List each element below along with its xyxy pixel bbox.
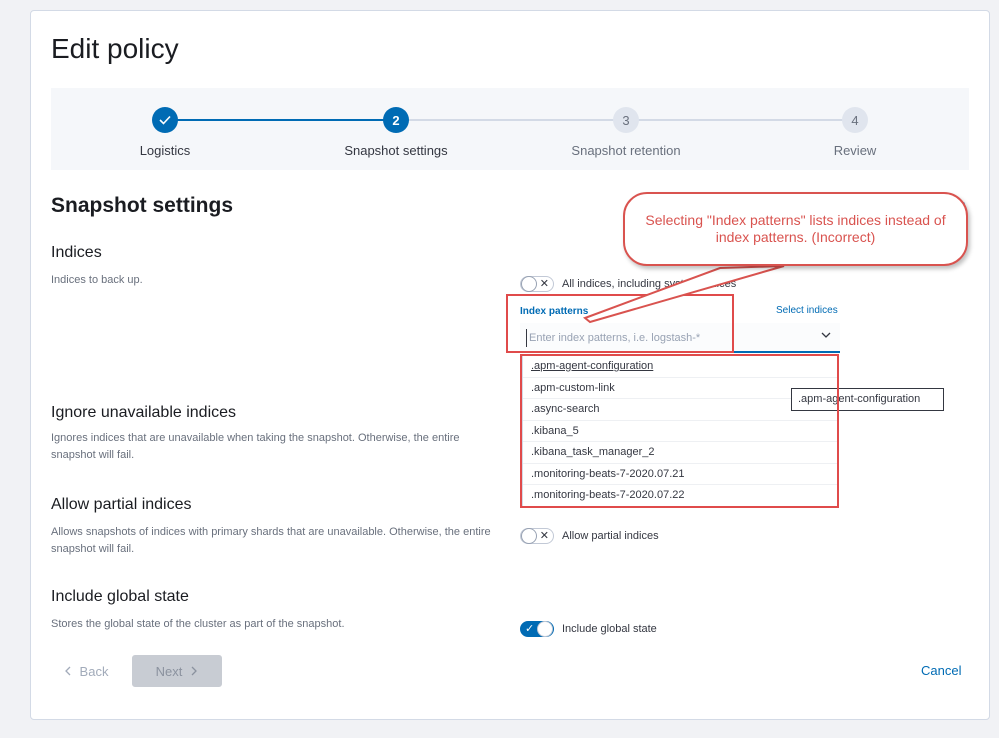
cross-icon: ✕ xyxy=(539,278,549,290)
check-icon: ✓ xyxy=(525,623,535,635)
partial-toggle-row: ✕ Allow partial indices xyxy=(520,528,659,544)
switch-knob xyxy=(537,621,553,637)
all-indices-toggle-row: ✕ All indices, including system indices xyxy=(520,276,736,292)
all-indices-switch[interactable]: ✕ xyxy=(520,276,554,292)
chevron-left-icon xyxy=(64,664,72,679)
next-button[interactable]: Next xyxy=(132,655,222,687)
step-number: 4 xyxy=(842,107,868,133)
page-title: Edit policy xyxy=(51,33,179,64)
partial-indices-switch[interactable]: ✕ xyxy=(520,528,554,544)
cancel-link[interactable]: Cancel xyxy=(921,663,961,678)
step-label: Review xyxy=(833,143,877,158)
indices-title: Indices xyxy=(51,244,102,261)
global-state-title: Include global state xyxy=(51,588,189,605)
section-title: Snapshot settings xyxy=(51,194,234,217)
chevron-down-icon[interactable] xyxy=(820,329,832,344)
global-state-label: Include global state xyxy=(562,623,657,635)
indices-description: Indices to back up. xyxy=(51,274,143,286)
step-number: 2 xyxy=(383,107,409,133)
partial-indices-label: Allow partial indices xyxy=(562,530,659,542)
select-indices-link[interactable]: Select indices xyxy=(776,305,838,316)
chevron-right-icon xyxy=(190,664,198,679)
global-state-toggle-row: ✓ Include global state xyxy=(520,621,657,637)
step-number: 3 xyxy=(613,107,639,133)
annotation-highlight-box xyxy=(506,294,734,353)
back-button[interactable]: Back xyxy=(53,655,119,687)
step-logistics[interactable]: Logistics xyxy=(65,107,265,158)
global-state-description: Stores the global state of the cluster a… xyxy=(51,618,345,630)
step-snapshot-settings[interactable]: 2 Snapshot settings xyxy=(296,107,496,158)
step-review[interactable]: 4 Review xyxy=(755,107,955,158)
edit-policy-panel: Edit policy Logistics 2 Snapshot setting… xyxy=(30,10,990,720)
step-label: Snapshot retention xyxy=(571,143,681,158)
next-label: Next xyxy=(155,663,183,679)
all-indices-label: All indices, including system indices xyxy=(562,278,737,290)
cross-icon: ✕ xyxy=(539,530,549,542)
annotation-highlight-box xyxy=(520,354,839,508)
back-label: Back xyxy=(79,663,109,679)
step-snapshot-retention[interactable]: 3 Snapshot retention xyxy=(526,107,726,158)
partial-indices-description: Allows snapshots of indices with primary… xyxy=(51,526,491,555)
switch-knob xyxy=(521,276,537,292)
partial-indices-title: Allow partial indices xyxy=(51,496,192,513)
ignore-unavailable-description: Ignores indices that are unavailable whe… xyxy=(51,432,460,461)
global-state-switch[interactable]: ✓ xyxy=(520,621,554,637)
annotation-callout: Selecting "Index patterns" lists indices… xyxy=(623,192,968,266)
check-icon xyxy=(152,107,178,133)
switch-knob xyxy=(521,528,537,544)
ignore-unavailable-title: Ignore unavailable indices xyxy=(51,404,237,421)
step-label: Logistics xyxy=(139,143,191,158)
steps-bar: Logistics 2 Snapshot settings 3 Snapshot… xyxy=(51,88,969,170)
step-label: Snapshot settings xyxy=(344,143,448,158)
